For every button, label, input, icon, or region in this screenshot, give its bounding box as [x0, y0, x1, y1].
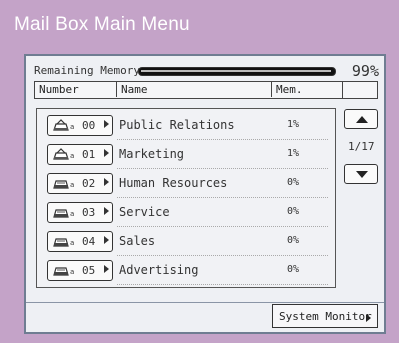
table-row: a 02 Human Resources 0% — [37, 170, 334, 198]
mailbox-memory: 0% — [287, 235, 300, 246]
mailbox-memory: 0% — [287, 206, 300, 217]
mailbox-tray-icon — [53, 238, 69, 247]
mailbox-memory: 1% — [287, 148, 300, 159]
memory-bar — [138, 67, 336, 76]
mailbox-name: Human Resources — [119, 176, 228, 190]
table-header-spacer — [342, 81, 378, 99]
mailbox-subscript: a — [70, 268, 75, 276]
triangle-right-icon — [104, 120, 109, 128]
mailbox-name: Marketing — [119, 147, 185, 161]
mailbox-memory: 1% — [287, 119, 300, 130]
window-title: Mail Box Main Menu — [14, 14, 190, 35]
mailbox-subscript: a — [70, 210, 75, 218]
mailbox-select-button[interactable]: a 04 — [47, 231, 113, 252]
mailbox-select-button[interactable]: a 00 — [47, 115, 113, 136]
triangle-right-icon — [104, 236, 109, 244]
mailbox-subscript: a — [70, 181, 75, 189]
scroll-up-button[interactable] — [344, 109, 378, 129]
row-divider — [117, 226, 328, 227]
triangle-up-icon — [356, 116, 368, 123]
mailbox-select-button[interactable]: a 03 — [47, 202, 113, 223]
mailbox-tray-icon — [53, 119, 69, 131]
mailbox-select-button[interactable]: a 05 — [47, 260, 113, 281]
mailbox-tray-icon — [53, 267, 69, 276]
mailbox-name: Service — [119, 205, 170, 219]
column-header-name: Name — [117, 82, 272, 97]
row-divider — [117, 168, 328, 169]
mailbox-number: 04 — [82, 235, 96, 248]
mailbox-tray-icon — [53, 148, 69, 160]
row-divider — [117, 284, 328, 285]
system-monitor-label: System Monitor — [279, 310, 372, 323]
mailbox-number: 01 — [82, 148, 96, 161]
mailbox-screen: Remaining Memory: 99% Number Name Mem. a… — [24, 54, 386, 334]
mailbox-memory: 0% — [287, 177, 300, 188]
triangle-down-icon — [356, 171, 368, 178]
mailbox-tray-icon — [53, 180, 69, 189]
row-divider — [117, 197, 328, 198]
triangle-right-icon — [104, 265, 109, 273]
mailbox-number: 05 — [82, 264, 96, 277]
mailbox-subscript: a — [70, 152, 75, 160]
column-header-mem: Mem. — [276, 83, 303, 96]
mailbox-memory: 0% — [287, 264, 300, 275]
mailbox-number: 00 — [82, 119, 96, 132]
mailbox-subscript: a — [70, 123, 75, 131]
mailbox-select-button[interactable]: a 01 — [47, 144, 113, 165]
table-row: a 01 Marketing 1% — [37, 141, 334, 169]
mailbox-list: a 00 Public Relations 1% a 01 Marketing 1% a 02 Hu… — [36, 108, 336, 288]
page-indicator: 1/17 — [348, 140, 375, 153]
remaining-memory: Remaining Memory: 99% — [34, 62, 379, 80]
table-row: a 03 Service 0% — [37, 199, 334, 227]
memory-bar-fill — [141, 70, 332, 72]
table-row: a 04 Sales 0% — [37, 228, 334, 256]
table-row: a 05 Advertising 0% — [37, 257, 334, 285]
triangle-right-icon — [104, 149, 109, 157]
mailbox-number: 02 — [82, 177, 96, 190]
mailbox-tray-icon — [53, 209, 69, 218]
table-header: Number Name Mem. — [34, 81, 349, 99]
mailbox-name: Public Relations — [119, 118, 235, 132]
remaining-memory-label: Remaining Memory: — [34, 64, 147, 77]
mailbox-name: Sales — [119, 234, 156, 248]
row-divider — [117, 255, 328, 256]
mailbox-name: Advertising — [119, 263, 199, 277]
mailbox-subscript: a — [70, 239, 75, 247]
scroll-down-button[interactable] — [344, 164, 378, 184]
table-row: a 00 Public Relations 1% — [37, 112, 334, 140]
column-header-number: Number — [35, 82, 117, 97]
triangle-right-icon — [104, 178, 109, 186]
mailbox-select-button[interactable]: a 02 — [47, 173, 113, 194]
window-frame: Mail Box Main Menu Remaining Memory: 99%… — [0, 0, 399, 343]
system-monitor-button[interactable]: System Monitor — [272, 304, 378, 328]
remaining-memory-value: 99% — [351, 62, 379, 80]
triangle-right-icon — [104, 207, 109, 215]
triangle-right-icon — [366, 314, 371, 322]
mailbox-number: 03 — [82, 206, 96, 219]
row-divider — [117, 139, 328, 140]
footer-divider — [26, 302, 384, 303]
